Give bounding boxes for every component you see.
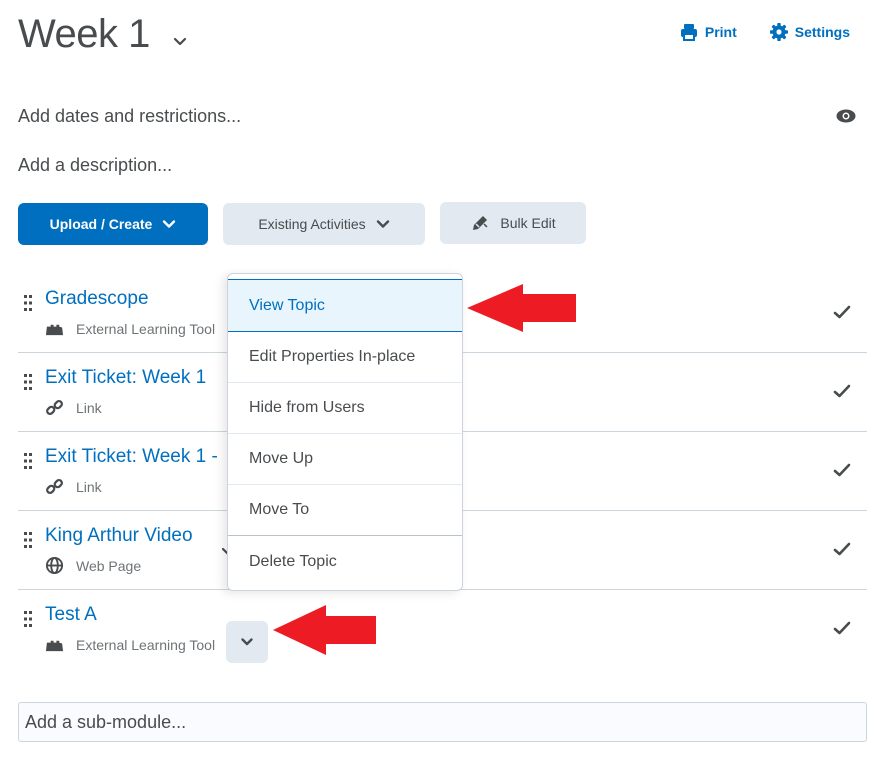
topic-type: External Learning Tool bbox=[45, 319, 215, 338]
header-actions: Print Settings bbox=[679, 22, 850, 42]
topic-row: Test A External Learning Tool bbox=[18, 590, 867, 669]
annotation-arrow-icon bbox=[273, 605, 376, 655]
settings-label: Settings bbox=[794, 24, 850, 40]
topic-type: External Learning Tool bbox=[45, 635, 215, 654]
drag-handle-icon[interactable] bbox=[23, 610, 33, 628]
topic-title-link[interactable]: Test A bbox=[45, 604, 97, 626]
topic-context-menu: View Topic Edit Properties In-place Hide… bbox=[227, 273, 463, 591]
pencil-icon bbox=[473, 216, 488, 230]
menu-item-hide-from-users[interactable]: Hide from Users bbox=[228, 383, 462, 434]
topic-type: Link bbox=[45, 398, 102, 417]
upload-create-button[interactable]: Upload / Create bbox=[18, 203, 208, 245]
topic-title-link[interactable]: Exit Ticket: Week 1 bbox=[45, 367, 206, 389]
checkmark-icon[interactable] bbox=[833, 304, 851, 320]
topic-title-link[interactable]: Gradescope bbox=[45, 288, 149, 310]
annotation-arrow-icon bbox=[467, 284, 576, 332]
menu-item-edit-properties[interactable]: Edit Properties In-place bbox=[228, 332, 462, 383]
bulk-edit-button[interactable]: Bulk Edit bbox=[440, 202, 586, 244]
link-icon bbox=[46, 478, 63, 495]
topic-title-link[interactable]: Exit Ticket: Week 1 - bbox=[45, 446, 218, 468]
existing-activities-button[interactable]: Existing Activities bbox=[223, 203, 425, 245]
topic-type: Web Page bbox=[45, 556, 141, 575]
eye-icon[interactable] bbox=[836, 108, 856, 124]
topic-actions-dropdown-button[interactable] bbox=[226, 621, 268, 663]
menu-item-move-to[interactable]: Move To bbox=[228, 485, 462, 536]
printer-icon bbox=[680, 24, 697, 41]
settings-button[interactable]: Settings bbox=[769, 22, 850, 42]
checkmark-icon[interactable] bbox=[833, 541, 851, 557]
topic-type-label: External Learning Tool bbox=[76, 320, 216, 337]
menu-item-view-topic[interactable]: View Topic bbox=[228, 279, 462, 332]
print-button[interactable]: Print bbox=[679, 22, 737, 42]
add-submodule-input[interactable]: Add a sub-module... bbox=[18, 702, 867, 742]
drag-handle-icon[interactable] bbox=[23, 373, 33, 391]
chevron-down-icon[interactable] bbox=[172, 33, 188, 49]
lego-block-icon bbox=[45, 324, 64, 336]
topic-type-label: Link bbox=[76, 478, 102, 495]
gear-icon bbox=[769, 23, 788, 41]
checkmark-icon[interactable] bbox=[833, 620, 851, 636]
topic-type-label: External Learning Tool bbox=[76, 636, 216, 653]
menu-item-delete-topic[interactable]: Delete Topic bbox=[228, 536, 462, 587]
chevron-down-icon bbox=[163, 220, 176, 228]
chevron-down-icon bbox=[241, 638, 253, 646]
upload-create-label: Upload / Create bbox=[49, 216, 153, 232]
drag-handle-icon[interactable] bbox=[23, 452, 33, 470]
bulk-edit-label: Bulk Edit bbox=[500, 215, 556, 231]
topic-type: Link bbox=[45, 477, 102, 496]
add-dates-restrictions-link[interactable]: Add dates and restrictions... bbox=[18, 106, 241, 127]
menu-item-move-up[interactable]: Move Up bbox=[228, 434, 462, 485]
module-header: Week 1 bbox=[18, 10, 188, 58]
lego-block-icon bbox=[45, 640, 64, 652]
drag-handle-icon[interactable] bbox=[23, 294, 33, 312]
topic-title-link[interactable]: King Arthur Video bbox=[45, 525, 193, 547]
page-title[interactable]: Week 1 bbox=[18, 10, 150, 58]
checkmark-icon[interactable] bbox=[833, 462, 851, 478]
print-label: Print bbox=[704, 24, 737, 40]
checkmark-icon[interactable] bbox=[833, 383, 851, 399]
topic-type-label: Web Page bbox=[76, 557, 142, 574]
drag-handle-icon[interactable] bbox=[23, 531, 33, 549]
globe-icon bbox=[45, 556, 64, 575]
add-description-link[interactable]: Add a description... bbox=[18, 155, 172, 176]
topic-type-label: Link bbox=[76, 399, 102, 416]
existing-activities-label: Existing Activities bbox=[258, 216, 366, 232]
link-icon bbox=[46, 399, 63, 416]
chevron-down-icon bbox=[376, 220, 389, 228]
